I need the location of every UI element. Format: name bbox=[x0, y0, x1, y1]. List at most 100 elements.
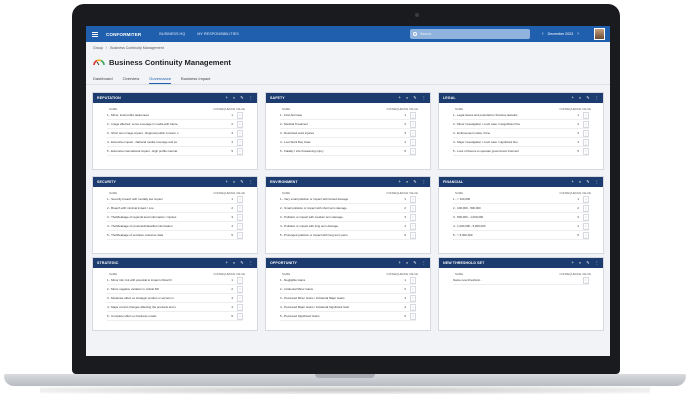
tab-governance[interactable]: Governance bbox=[149, 76, 172, 84]
table-row[interactable]: 3 - Short term image impact - Regional p… bbox=[107, 129, 243, 138]
row-menu-icon[interactable]: ⋮ bbox=[237, 196, 243, 203]
table-row[interactable]: 5 - > 5,000,000 5 ⋮ bbox=[453, 231, 589, 240]
edit-icon[interactable]: ✎ bbox=[413, 179, 417, 184]
add-icon[interactable]: + bbox=[398, 260, 400, 265]
next-month-icon[interactable]: › bbox=[577, 31, 579, 37]
table-row[interactable]: 3 - 500,000 - 1,000,000 3 ⋮ bbox=[453, 213, 589, 222]
more-icon[interactable]: ⋮ bbox=[595, 95, 599, 100]
edit-icon[interactable]: ✎ bbox=[413, 260, 417, 265]
table-row[interactable]: 1 - Legal issues and potential for frivo… bbox=[453, 111, 589, 120]
table-row[interactable]: 4 - Major control changes affecting the … bbox=[107, 303, 243, 312]
table-row[interactable]: 2 - 100,000 - 500,000 2 ⋮ bbox=[453, 204, 589, 213]
add-icon[interactable]: + bbox=[571, 95, 573, 100]
table-row[interactable]: 5 - Fatality / Life threatening injury 5 ⋮ bbox=[280, 147, 416, 156]
edit-icon[interactable]: ✎ bbox=[240, 95, 244, 100]
user-avatar[interactable] bbox=[594, 28, 605, 40]
app-logo[interactable]: CONFORMITER bbox=[106, 32, 141, 37]
table-row[interactable]: 2 - Image affected, some coverage in med… bbox=[107, 120, 243, 129]
table-row[interactable]: 5 - Perceived Significant Gains 5 ⋮ bbox=[280, 312, 416, 321]
row-menu-icon[interactable]: ⋮ bbox=[237, 148, 243, 155]
more-icon[interactable]: ⋮ bbox=[422, 260, 426, 265]
table-row[interactable]: 2 - Minor investigation / court case / i… bbox=[453, 120, 589, 129]
row-menu-icon[interactable]: ⋮ bbox=[410, 130, 416, 137]
row-menu-icon[interactable]: ⋮ bbox=[237, 232, 243, 239]
row-menu-icon[interactable]: ⋮ bbox=[410, 121, 416, 128]
table-row[interactable]: 4 - 1,000,000 - 5,000,000 4 ⋮ bbox=[453, 222, 589, 231]
table-row[interactable]: 4 - Lost Work Day Case 4 ⋮ bbox=[280, 138, 416, 147]
row-menu-icon[interactable]: ⋮ bbox=[237, 223, 243, 230]
row-menu-icon[interactable]: ⋮ bbox=[410, 196, 416, 203]
row-menu-icon[interactable]: ⋮ bbox=[410, 214, 416, 221]
row-menu-icon[interactable]: ⋮ bbox=[237, 304, 243, 311]
row-menu-icon[interactable]: ⋮ bbox=[583, 112, 589, 119]
row-menu-icon[interactable]: ⋮ bbox=[237, 139, 243, 146]
add-icon[interactable]: + bbox=[398, 95, 400, 100]
table-row[interactable]: 1 - Minor, local public awareness 1 ⋮ bbox=[107, 111, 243, 120]
edit-icon[interactable]: ✎ bbox=[586, 179, 590, 184]
menu-icon[interactable] bbox=[92, 31, 98, 37]
table-row[interactable]: 2 - Medical Treatment 2 ⋮ bbox=[280, 120, 416, 129]
row-menu-icon[interactable]: ⋮ bbox=[410, 112, 416, 119]
edit-icon[interactable]: ✎ bbox=[586, 260, 590, 265]
table-row[interactable]: 5 - Complete effect on business model 5 ⋮ bbox=[107, 312, 243, 321]
row-menu-icon[interactable]: ⋮ bbox=[237, 214, 243, 221]
search-icon[interactable]: ⌕ bbox=[233, 260, 235, 265]
row-menu-icon[interactable]: ⋮ bbox=[237, 205, 243, 212]
row-menu-icon[interactable]: ⋮ bbox=[583, 121, 589, 128]
table-row[interactable]: 1 - Very small pollution or impact with … bbox=[280, 195, 416, 204]
more-icon[interactable]: ⋮ bbox=[595, 179, 599, 184]
table-row[interactable]: 1 - Negligible Gains 1 ⋮ bbox=[280, 276, 416, 285]
row-menu-icon[interactable]: ⋮ bbox=[237, 295, 243, 302]
row-menu-icon[interactable]: ⋮ bbox=[583, 232, 589, 239]
search-icon[interactable]: ⌕ bbox=[406, 95, 408, 100]
row-menu-icon[interactable]: ⋮ bbox=[583, 205, 589, 212]
edit-icon[interactable]: ✎ bbox=[240, 260, 244, 265]
table-row[interactable]: 4 - Theft/leakage of protected/classifie… bbox=[107, 222, 243, 231]
table-row[interactable]: 4 - Major investigation / court case / s… bbox=[453, 138, 589, 147]
table-row[interactable]: 3 - Pollution or impact with medium term… bbox=[280, 213, 416, 222]
table-row[interactable]: 2 - Breach with minimal impact / one 2 ⋮ bbox=[107, 204, 243, 213]
table-row[interactable]: 1 - Security breach with mortally low im… bbox=[107, 195, 243, 204]
search-icon[interactable]: ⌕ bbox=[406, 260, 408, 265]
add-icon[interactable]: + bbox=[225, 95, 227, 100]
row-menu-icon[interactable]: ⋮ bbox=[237, 130, 243, 137]
more-icon[interactable]: ⋮ bbox=[249, 260, 253, 265]
tab-overview[interactable]: Overview bbox=[123, 76, 140, 84]
table-row[interactable]: 3 - Enforcement notice / Fine 3 ⋮ bbox=[453, 129, 589, 138]
row-menu-icon[interactable]: ⋮ bbox=[583, 139, 589, 146]
nav-business-hq[interactable]: BUSINESS HQ bbox=[159, 32, 185, 36]
row-menu-icon[interactable]: ⋮ bbox=[410, 223, 416, 230]
row-menu-icon[interactable]: ⋮ bbox=[583, 277, 589, 284]
add-icon[interactable]: + bbox=[571, 260, 573, 265]
add-icon[interactable]: + bbox=[398, 179, 400, 184]
row-menu-icon[interactable]: ⋮ bbox=[410, 205, 416, 212]
row-menu-icon[interactable]: ⋮ bbox=[410, 232, 416, 239]
prev-month-icon[interactable]: ‹ bbox=[542, 31, 544, 37]
table-row[interactable]: 4 - Perceived Major Gains / Incidental S… bbox=[280, 303, 416, 312]
table-row[interactable]: Name new threshold... ⋮ bbox=[453, 276, 589, 285]
more-icon[interactable]: ⋮ bbox=[249, 95, 253, 100]
row-menu-icon[interactable]: ⋮ bbox=[237, 313, 243, 320]
search-input[interactable]: Search bbox=[410, 29, 530, 39]
row-menu-icon[interactable]: ⋮ bbox=[583, 223, 589, 230]
row-menu-icon[interactable]: ⋮ bbox=[410, 148, 416, 155]
breadcrumb-group[interactable]: Group bbox=[93, 46, 103, 50]
table-row[interactable]: 2 - Small pollution or impact with short… bbox=[280, 204, 416, 213]
row-menu-icon[interactable]: ⋮ bbox=[583, 214, 589, 221]
edit-icon[interactable]: ✎ bbox=[240, 179, 244, 184]
table-row[interactable]: 3 - Moderate effect on strategic product… bbox=[107, 294, 243, 303]
row-menu-icon[interactable]: ⋮ bbox=[410, 304, 416, 311]
row-menu-icon[interactable]: ⋮ bbox=[410, 313, 416, 320]
row-menu-icon[interactable]: ⋮ bbox=[583, 148, 589, 155]
search-icon[interactable]: ⌕ bbox=[406, 179, 408, 184]
row-menu-icon[interactable]: ⋮ bbox=[410, 295, 416, 302]
table-row[interactable]: 3 - Perceived Minor Gains / Incidental M… bbox=[280, 294, 416, 303]
row-menu-icon[interactable]: ⋮ bbox=[410, 139, 416, 146]
add-icon[interactable]: + bbox=[225, 179, 227, 184]
table-row[interactable]: 5 - Extensive international impact - Hig… bbox=[107, 147, 243, 156]
search-icon[interactable]: ⌕ bbox=[233, 95, 235, 100]
table-row[interactable]: 1 - First Aid Case 1 ⋮ bbox=[280, 111, 416, 120]
row-menu-icon[interactable]: ⋮ bbox=[583, 196, 589, 203]
row-menu-icon[interactable]: ⋮ bbox=[237, 112, 243, 119]
nav-my-responsibilities[interactable]: MY RESPONSIBILITIES bbox=[197, 32, 239, 36]
